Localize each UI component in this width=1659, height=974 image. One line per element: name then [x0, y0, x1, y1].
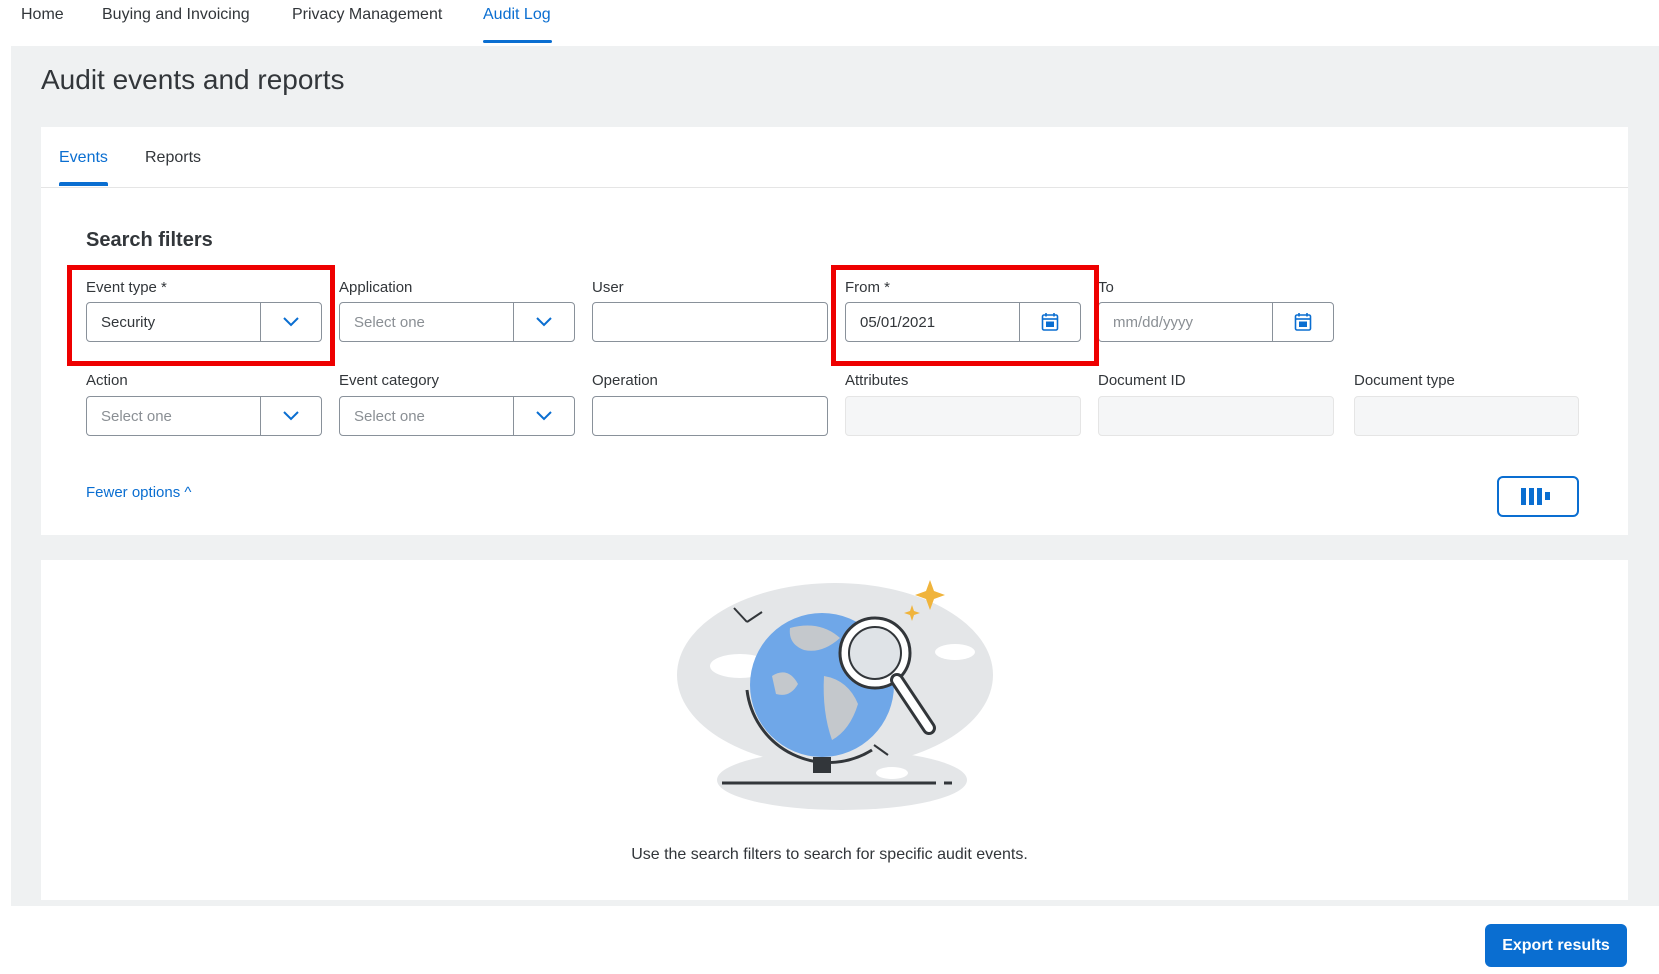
application-label: Application: [339, 279, 413, 296]
operation-label: Operation: [592, 372, 658, 389]
attributes-label: Attributes: [845, 372, 909, 389]
top-navigation: Home Buying and Invoicing Privacy Manage…: [0, 0, 1659, 46]
application-placeholder: Select one: [354, 314, 425, 331]
nav-home[interactable]: Home: [21, 6, 64, 24]
chevron-down-icon: [283, 411, 299, 421]
document-type-field: [1354, 396, 1579, 436]
operation-input[interactable]: [592, 396, 828, 436]
to-date-placeholder: mm/dd/yyyy: [1113, 314, 1194, 331]
fewer-options-link[interactable]: Fewer options ^: [86, 484, 191, 501]
column-settings-button[interactable]: [1497, 476, 1579, 517]
export-results-button[interactable]: Export results: [1485, 924, 1627, 967]
search-filters-title: Search filters: [86, 229, 213, 251]
attributes-field: [845, 396, 1081, 436]
tab-reports[interactable]: Reports: [145, 149, 201, 167]
tab-active-indicator: [59, 182, 108, 186]
event-category-label: Event category: [339, 372, 440, 389]
chevron-down-icon: [536, 411, 552, 421]
user-input[interactable]: [592, 302, 828, 342]
page-title: Audit events and reports: [41, 64, 345, 95]
nav-privacy-management[interactable]: Privacy Management: [292, 6, 442, 24]
action-select[interactable]: Select one: [86, 396, 322, 436]
empty-results-message: Use the search filters to search for spe…: [631, 846, 1028, 863]
event-category-dropdown-button[interactable]: [513, 397, 574, 435]
action-placeholder: Select one: [101, 408, 172, 425]
globe-magnifier-illustration: [677, 580, 993, 810]
tab-events[interactable]: Events: [59, 149, 108, 167]
chevron-down-icon: [536, 317, 552, 327]
fewer-options-label: Fewer options ^: [86, 484, 192, 501]
application-dropdown-button[interactable]: [513, 303, 574, 341]
calendar-icon: [1294, 313, 1312, 331]
nav-audit-log[interactable]: Audit Log: [483, 6, 551, 24]
document-type-label: Document type: [1354, 372, 1455, 389]
document-id-label: Document ID: [1098, 372, 1186, 389]
to-label: To: [1098, 279, 1114, 296]
to-calendar-button[interactable]: [1272, 303, 1333, 341]
user-label: User: [592, 279, 624, 296]
to-date-input[interactable]: mm/dd/yyyy: [1098, 302, 1334, 342]
from-date-highlight: [831, 265, 1099, 366]
action-dropdown-button[interactable]: [260, 397, 321, 435]
tab-bar: Events Reports: [41, 127, 1628, 188]
nav-active-indicator: [483, 40, 552, 43]
event-category-select[interactable]: Select one: [339, 396, 575, 436]
event-category-placeholder: Select one: [354, 408, 425, 425]
action-label: Action: [86, 372, 128, 389]
nav-buying-and-invoicing[interactable]: Buying and Invoicing: [102, 6, 250, 24]
document-id-field: [1098, 396, 1334, 436]
application-select[interactable]: Select one: [339, 302, 575, 342]
event-type-highlight: [67, 265, 335, 366]
columns-settings-icon: [1521, 488, 1550, 505]
